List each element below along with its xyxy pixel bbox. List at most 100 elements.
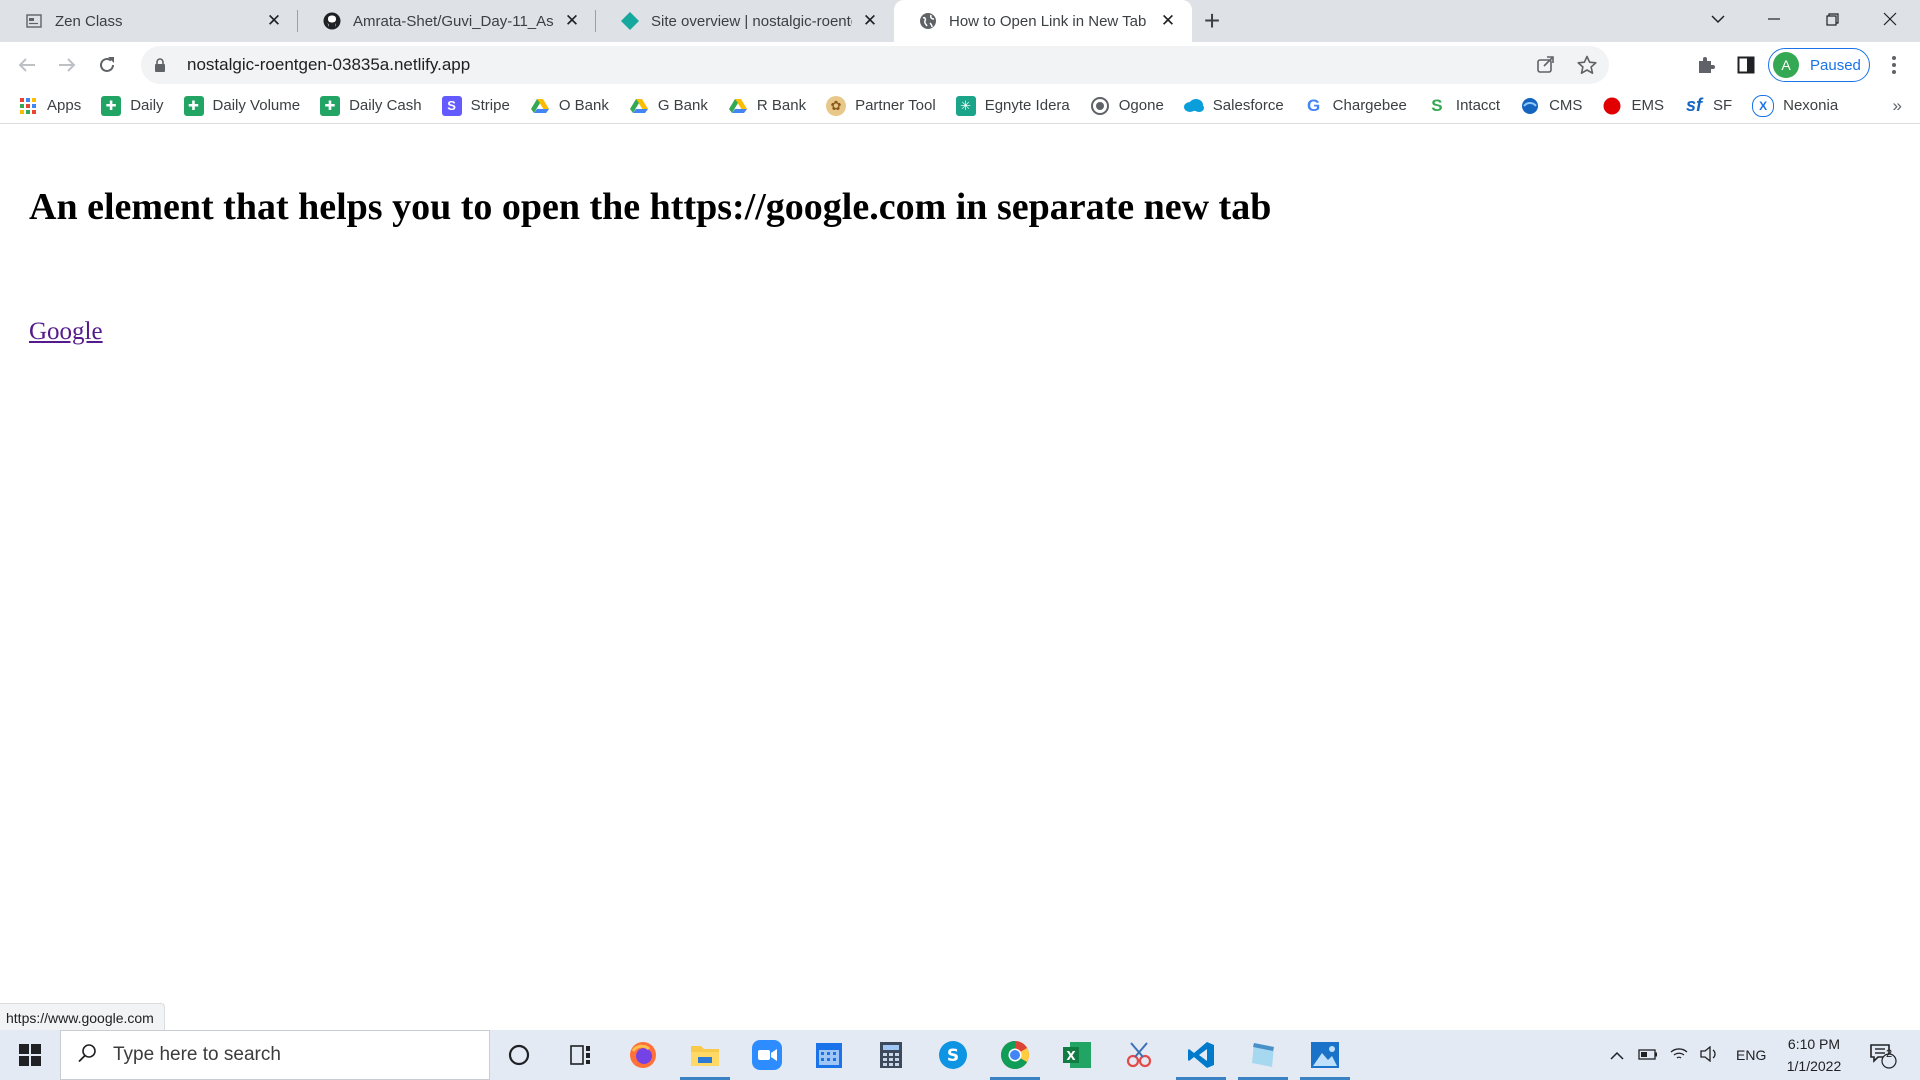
- calculator-icon[interactable]: [860, 1030, 922, 1080]
- svg-text:S: S: [947, 1046, 959, 1066]
- nexonia-icon: X: [1752, 94, 1775, 117]
- address-bar[interactable]: nostalgic-roentgen-03835a.netlify.app: [141, 46, 1609, 84]
- avatar: A: [1773, 52, 1799, 78]
- lock-icon[interactable]: [153, 57, 167, 73]
- taskbar-search-input[interactable]: Type here to search: [60, 1030, 490, 1080]
- bookmark-label: Salesforce: [1212, 97, 1284, 114]
- clock-time: 6:10 PM: [1787, 1036, 1841, 1052]
- share-icon[interactable]: [1536, 55, 1555, 80]
- bookmark-label: Daily Volume: [212, 97, 301, 114]
- bookmark-ogone[interactable]: Ogone: [1090, 96, 1164, 116]
- kebab-menu-icon[interactable]: [1881, 52, 1907, 78]
- photos-icon[interactable]: [1294, 1030, 1356, 1080]
- bookmark-daily-volume[interactable]: ✚ Daily Volume: [183, 95, 301, 116]
- tab-search-icon[interactable]: [1690, 0, 1746, 38]
- sf-icon: sf: [1685, 95, 1702, 115]
- bookmark-ems[interactable]: EMS: [1602, 96, 1664, 116]
- profile-button[interactable]: A Paused: [1768, 48, 1870, 82]
- vscode-icon[interactable]: [1170, 1030, 1232, 1080]
- wifi-icon[interactable]: [1670, 1047, 1688, 1064]
- cms-icon: [1520, 96, 1540, 116]
- bookmark-label: Daily Cash: [349, 97, 422, 114]
- globe-icon: [919, 12, 937, 30]
- bookmark-daily[interactable]: ✚ Daily: [101, 95, 164, 116]
- bookmark-salesforce[interactable]: Salesforce: [1183, 96, 1284, 116]
- bookmark-cms[interactable]: CMS: [1520, 96, 1582, 116]
- profile-status: Paused: [1810, 56, 1861, 74]
- bookmark-label: Stripe: [470, 97, 510, 114]
- volume-icon[interactable]: [1700, 1045, 1718, 1065]
- bookmark-stripe[interactable]: S Stripe: [441, 95, 510, 116]
- chrome-icon[interactable]: [984, 1030, 1046, 1080]
- tab-github[interactable]: Amrata-Shet/Guvi_Day-11_Assign ✕: [298, 0, 596, 42]
- battery-icon[interactable]: [1638, 1047, 1658, 1063]
- close-icon[interactable]: ✕: [264, 11, 284, 31]
- partner-tool-icon: ✿: [826, 95, 847, 116]
- bookmark-star-icon[interactable]: [1577, 55, 1597, 80]
- bookmark-label: SF: [1712, 97, 1733, 114]
- bookmark-label: Intacct: [1455, 97, 1501, 114]
- cortana-icon[interactable]: [488, 1030, 550, 1080]
- bookmark-label: G Bank: [657, 97, 708, 114]
- bookmark-intacct[interactable]: S Intacct: [1427, 96, 1500, 116]
- egnyte-icon: ✳: [955, 95, 976, 116]
- ems-icon: [1602, 96, 1622, 116]
- windows-start-icon[interactable]: [0, 1030, 60, 1080]
- excel-icon[interactable]: X: [1046, 1030, 1108, 1080]
- taskbar-clock[interactable]: 6:10 PM 1/1/2022: [1766, 1033, 1862, 1077]
- sheets-icon: ✚: [101, 95, 122, 116]
- tab-title: Amrata-Shet/Guvi_Day-11_Assign: [353, 12, 554, 30]
- extensions-puzzle-icon[interactable]: [1693, 52, 1719, 78]
- bookmark-o-bank[interactable]: O Bank: [530, 96, 609, 116]
- ogone-icon: [1090, 96, 1110, 116]
- drive-icon: [530, 96, 550, 116]
- sheets-icon: ✚: [320, 95, 341, 116]
- tab-zen-class[interactable]: Zen Class ✕: [0, 0, 298, 42]
- bookmark-apps[interactable]: Apps: [18, 96, 81, 116]
- bookmark-sf[interactable]: sf SF: [1684, 95, 1733, 116]
- skype-icon[interactable]: S: [922, 1030, 984, 1080]
- stripe-icon: S: [441, 95, 462, 116]
- firefox-icon[interactable]: [612, 1030, 674, 1080]
- forward-arrow-icon[interactable]: [50, 48, 84, 82]
- page-content: An element that helps you to open the ht…: [0, 124, 1920, 1030]
- tab-title: Site overview | nostalgic-roentge: [651, 12, 852, 30]
- language-indicator[interactable]: ENG: [1736, 1047, 1766, 1063]
- reload-icon[interactable]: [90, 48, 124, 82]
- side-panel-icon[interactable]: [1733, 52, 1759, 78]
- bookmark-egnyte-idera[interactable]: ✳ Egnyte Idera: [955, 95, 1070, 116]
- close-icon[interactable]: ✕: [1158, 11, 1178, 31]
- notepad-icon[interactable]: [1232, 1030, 1294, 1080]
- back-arrow-icon[interactable]: [10, 48, 44, 82]
- notification-center-icon[interactable]: 2: [1868, 1030, 1898, 1080]
- bookmark-partner-tool[interactable]: ✿ Partner Tool: [826, 95, 936, 116]
- task-view-icon[interactable]: [550, 1030, 612, 1080]
- zoom-icon[interactable]: [736, 1030, 798, 1080]
- search-placeholder: Type here to search: [113, 1044, 281, 1065]
- bookmark-label: EMS: [1631, 97, 1664, 114]
- snipping-tool-icon[interactable]: [1108, 1030, 1170, 1080]
- bookmark-r-bank[interactable]: R Bank: [728, 96, 806, 116]
- browser-toolbar: nostalgic-roentgen-03835a.netlify.app A …: [0, 42, 1920, 88]
- tab-netlify[interactable]: Site overview | nostalgic-roentge ✕: [596, 0, 894, 42]
- google-link[interactable]: Google: [29, 318, 103, 346]
- system-tray: ENG: [1610, 1030, 1766, 1080]
- bookmarks-overflow-icon[interactable]: »: [1893, 96, 1902, 116]
- bookmark-chargebee[interactable]: G Chargebee: [1304, 96, 1407, 116]
- status-url-bubble: https://www.google.com: [0, 1003, 165, 1031]
- close-window-icon[interactable]: [1862, 0, 1918, 38]
- close-icon[interactable]: ✕: [562, 11, 582, 31]
- close-icon[interactable]: ✕: [860, 11, 880, 31]
- tab-active[interactable]: How to Open Link in New Tab or ✕: [894, 0, 1192, 42]
- file-explorer-icon[interactable]: [674, 1030, 736, 1080]
- bookmark-g-bank[interactable]: G Bank: [629, 96, 708, 116]
- chevron-up-icon[interactable]: [1610, 1047, 1624, 1063]
- new-tab-button[interactable]: +: [1192, 0, 1232, 42]
- tab-title: Zen Class: [55, 12, 123, 30]
- restore-icon[interactable]: [1804, 0, 1860, 38]
- bookmark-label: CMS: [1549, 97, 1583, 114]
- minimize-icon[interactable]: [1746, 0, 1802, 38]
- bookmark-nexonia[interactable]: X Nexonia: [1752, 94, 1838, 117]
- calendar-icon[interactable]: [798, 1030, 860, 1080]
- bookmark-daily-cash[interactable]: ✚ Daily Cash: [320, 95, 422, 116]
